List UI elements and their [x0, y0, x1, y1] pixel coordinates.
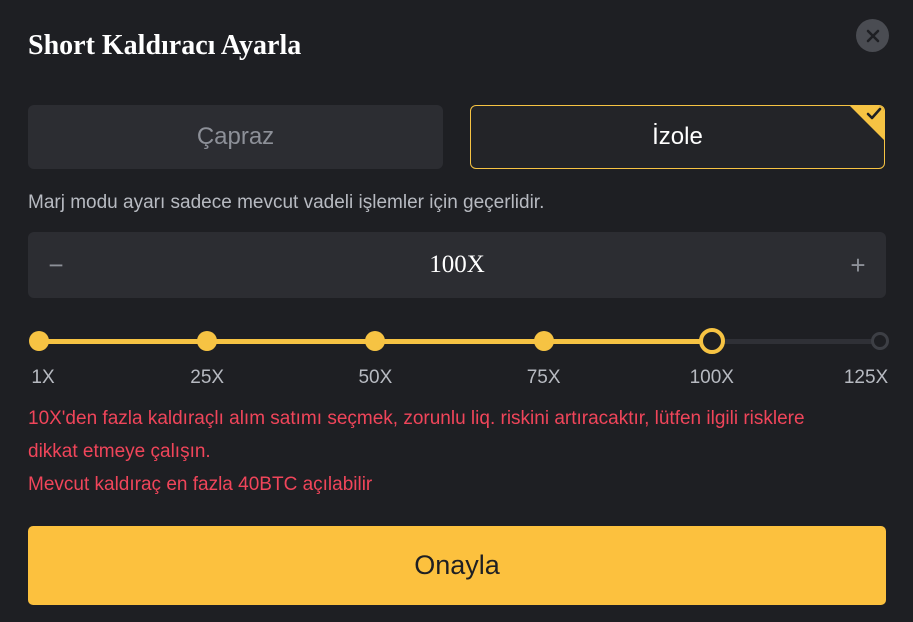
slider-tick-label-25x: 25X — [190, 367, 225, 388]
slider-stop-75x[interactable] — [533, 331, 554, 351]
slider-tick-label-100x: 100X — [689, 367, 734, 388]
slider-tick-label-1x: 1X — [31, 367, 55, 388]
margin-mode-isolated-label: İzole — [652, 123, 703, 150]
max-position-note: Mevcut kaldıraç en fazla 40BTC açılabili… — [28, 474, 373, 495]
leverage-value[interactable]: 100X — [28, 232, 886, 298]
slider-handle[interactable] — [698, 328, 725, 354]
warning-text-line-2: dikkat etmeye çalışın. — [28, 441, 211, 462]
slider-tick-label-75x: 75X — [526, 367, 561, 388]
margin-mode-cross-button[interactable]: Çapraz — [28, 105, 443, 169]
leverage-stepper: − 100X + — [28, 232, 886, 298]
slider-tick-label-125x: 125X — [843, 367, 889, 388]
confirm-button[interactable]: Onayla — [28, 526, 886, 605]
slider-stop-1x[interactable] — [29, 331, 49, 351]
check-icon — [866, 107, 882, 120]
close-button[interactable] — [856, 19, 889, 52]
dialog-title: Short Kaldıracı Ayarla — [28, 30, 302, 61]
confirm-label: Onayla — [414, 550, 500, 580]
slider-stop-25x[interactable] — [197, 331, 218, 351]
slider-tick-label-50x: 50X — [358, 367, 393, 388]
slider-stop-50x[interactable] — [365, 331, 386, 351]
warning-text-line-1: 10X'den fazla kaldıraçlı alım satımı seç… — [28, 408, 805, 429]
slider-stop-125x[interactable] — [871, 332, 889, 350]
margin-mode-isolated-button[interactable]: İzole — [470, 105, 885, 169]
leverage-slider[interactable] — [0, 320, 913, 365]
close-icon — [866, 29, 879, 42]
margin-mode-cross-label: Çapraz — [196, 123, 275, 150]
margin-mode-note: Marj modu ayarı sadece mevcut vadeli işl… — [28, 192, 545, 213]
increase-leverage-button[interactable]: + — [838, 232, 878, 298]
